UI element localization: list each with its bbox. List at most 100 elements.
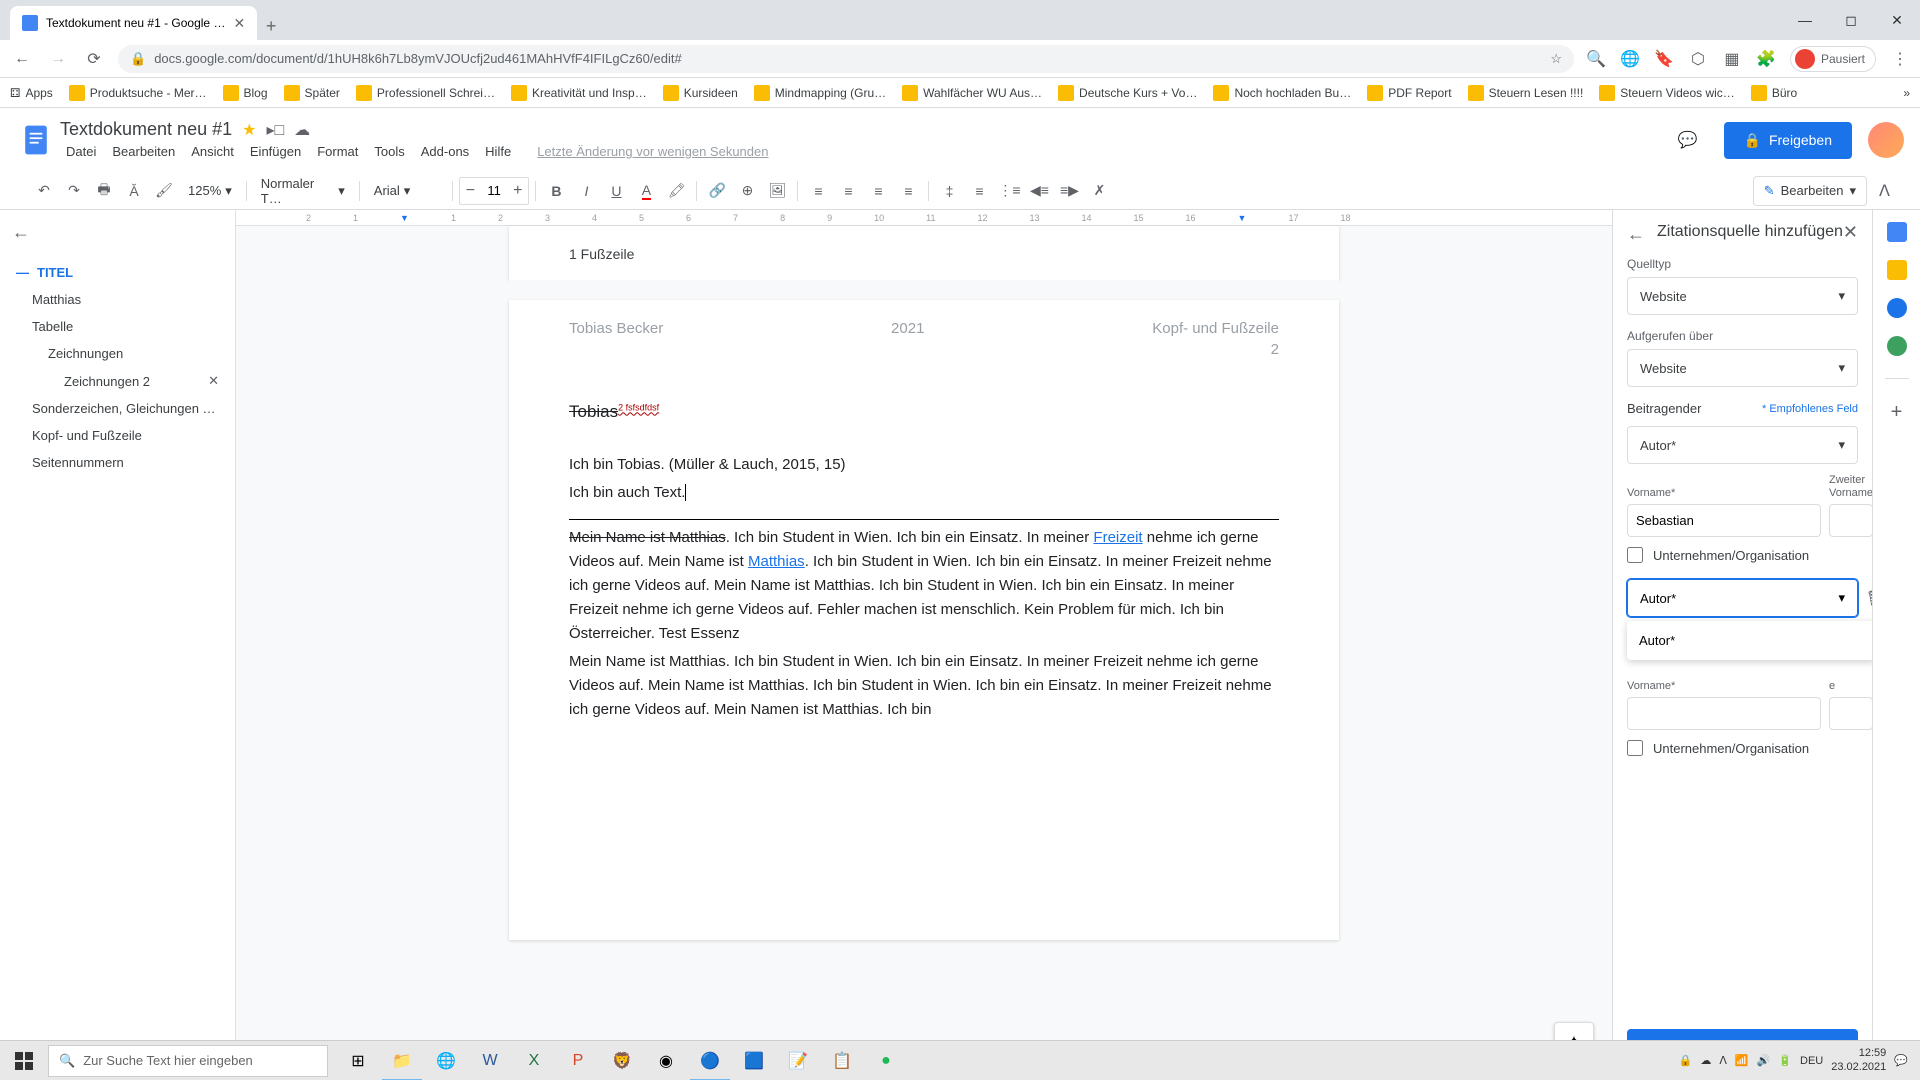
- bookmark-ext-icon[interactable]: 🔖: [1654, 49, 1674, 69]
- keep-icon[interactable]: [1887, 260, 1907, 280]
- outdent-icon[interactable]: ◀≡: [1025, 177, 1053, 205]
- excel-icon[interactable]: X: [512, 1041, 556, 1080]
- contacts-icon[interactable]: [1887, 336, 1907, 356]
- ruler[interactable]: 21▼12345678910111213141516▼1718: [236, 210, 1612, 226]
- back-icon[interactable]: ←: [10, 47, 34, 71]
- spotify-icon[interactable]: ●: [864, 1041, 908, 1080]
- firstname-input-2[interactable]: [1627, 697, 1821, 730]
- notepad-icon[interactable]: 📝: [776, 1041, 820, 1080]
- collapse-toolbar-icon[interactable]: ᐱ: [1879, 181, 1890, 201]
- bookmark-item[interactable]: Später: [284, 85, 340, 101]
- font-select[interactable]: Arial▾: [366, 179, 446, 203]
- menu-icon[interactable]: ⋮: [1890, 49, 1910, 69]
- bookmark-item[interactable]: Noch hochladen Bu…: [1213, 85, 1351, 101]
- align-right-icon[interactable]: ≡: [864, 177, 892, 205]
- role-select-1[interactable]: Autor* ▾: [1627, 426, 1858, 464]
- font-size-input[interactable]: [481, 183, 507, 198]
- outline-item[interactable]: Seitennummern: [12, 449, 223, 476]
- bookmark-item[interactable]: Blog: [223, 85, 268, 101]
- close-window-icon[interactable]: ✕: [1874, 0, 1920, 40]
- tasks-icon[interactable]: [1887, 298, 1907, 318]
- bulleted-list-icon[interactable]: ⋮≡: [995, 177, 1023, 205]
- print-icon[interactable]: 🖶: [90, 177, 118, 205]
- adblock-icon[interactable]: ⬡: [1688, 49, 1708, 69]
- docs-logo[interactable]: [16, 120, 56, 160]
- comment-history-icon[interactable]: 💬: [1668, 120, 1708, 160]
- star-url-icon[interactable]: ☆: [1550, 51, 1562, 67]
- url-field[interactable]: 🔒 docs.google.com/document/d/1hUH8k6h7Lb…: [118, 45, 1574, 73]
- outline-item[interactable]: Kopf- und Fußzeile: [12, 422, 223, 449]
- outline-back-icon[interactable]: ←: [12, 222, 223, 243]
- middlename-input-2[interactable]: [1829, 697, 1872, 730]
- align-justify-icon[interactable]: ≡: [894, 177, 922, 205]
- browser-tab-active[interactable]: Textdokument neu #1 - Google … ✕: [10, 6, 257, 40]
- paint-format-icon[interactable]: 🖌: [150, 177, 178, 205]
- org-checkbox-2[interactable]: [1627, 740, 1643, 756]
- chrome-icon[interactable]: 🔵: [688, 1041, 732, 1080]
- obs-icon[interactable]: ◉: [644, 1041, 688, 1080]
- doc-title[interactable]: Textdokument neu #1: [60, 119, 232, 140]
- bookmark-item[interactable]: Deutsche Kurs + Vo…: [1058, 85, 1197, 101]
- clear-format-icon[interactable]: ✗: [1085, 177, 1113, 205]
- menu-edit[interactable]: Bearbeiten: [106, 142, 181, 161]
- bookmark-item[interactable]: Professionell Schrei…: [356, 85, 495, 101]
- page-footer[interactable]: 1 Fußzeile: [509, 226, 1339, 280]
- page-header[interactable]: Tobias Becker 2021 Kopf- und Fußzeile: [509, 300, 1339, 341]
- zoom-select[interactable]: 125%▾: [180, 179, 240, 203]
- zoom-icon[interactable]: 🔍: [1586, 49, 1606, 69]
- highlight-icon[interactable]: 🖍: [662, 177, 690, 205]
- role-select-2[interactable]: Autor* ▾: [1627, 579, 1858, 617]
- forward-icon[interactable]: →: [46, 47, 70, 71]
- menu-format[interactable]: Format: [311, 142, 364, 161]
- spellcheck-icon[interactable]: Ǎ: [120, 177, 148, 205]
- ext-icon[interactable]: ▦: [1722, 49, 1742, 69]
- panel-back-icon[interactable]: ←: [1627, 224, 1645, 245]
- bookmark-item[interactable]: Produktsuche - Mer…: [69, 85, 207, 101]
- link-freizeit[interactable]: Freizeit: [1093, 529, 1142, 546]
- move-folder-icon[interactable]: ▸□: [266, 120, 284, 140]
- source-type-select[interactable]: Website ▾: [1627, 277, 1858, 315]
- outline-item[interactable]: Matthias: [12, 286, 223, 313]
- increase-font-button[interactable]: +: [507, 178, 528, 204]
- delete-author-icon[interactable]: 🗑: [1866, 589, 1872, 609]
- link-matthias[interactable]: Matthias: [748, 553, 805, 570]
- align-left-icon[interactable]: ≡: [804, 177, 832, 205]
- task-view-icon[interactable]: ⊞: [336, 1041, 380, 1080]
- bold-icon[interactable]: B: [542, 177, 570, 205]
- menu-file[interactable]: Datei: [60, 142, 102, 161]
- text-color-icon[interactable]: A: [632, 177, 660, 205]
- link-icon[interactable]: 🔗: [703, 177, 731, 205]
- onedrive-icon[interactable]: ☁: [1700, 1054, 1711, 1067]
- numbered-list-icon[interactable]: ≡: [965, 177, 993, 205]
- image-icon[interactable]: 🖼: [763, 177, 791, 205]
- outline-item[interactable]: Tabelle: [12, 313, 223, 340]
- cloud-status-icon[interactable]: ☁: [294, 120, 310, 140]
- menu-tools[interactable]: Tools: [368, 142, 410, 161]
- indent-icon[interactable]: ≡▶: [1055, 177, 1083, 205]
- edge-icon[interactable]: 🌐: [424, 1041, 468, 1080]
- menu-addons[interactable]: Add-ons: [415, 142, 475, 161]
- align-center-icon[interactable]: ≡: [834, 177, 862, 205]
- bookmark-item[interactable]: Wahlfächer WU Aus…: [902, 85, 1042, 101]
- org-checkbox-1[interactable]: [1627, 547, 1643, 563]
- firstname-input-1[interactable]: [1627, 504, 1821, 537]
- translate-icon[interactable]: 🌐: [1620, 49, 1640, 69]
- app-icon[interactable]: 📋: [820, 1041, 864, 1080]
- line-spacing-icon[interactable]: ‡: [935, 177, 963, 205]
- close-tab-icon[interactable]: ✕: [233, 15, 245, 32]
- brave-icon[interactable]: 🦁: [600, 1041, 644, 1080]
- battery-icon[interactable]: 🔋: [1778, 1054, 1792, 1067]
- underline-icon[interactable]: U: [602, 177, 630, 205]
- bookmark-item[interactable]: Kreativität und Insp…: [511, 85, 647, 101]
- language-indicator[interactable]: DEU: [1800, 1055, 1823, 1067]
- bookmark-item[interactable]: ⚃Apps: [10, 86, 53, 100]
- comment-icon[interactable]: ⊕: [733, 177, 761, 205]
- maximize-icon[interactable]: ◻: [1828, 0, 1874, 40]
- start-button[interactable]: [0, 1041, 48, 1080]
- explorer-icon[interactable]: 📁: [380, 1041, 424, 1080]
- edge-new-icon[interactable]: 🟦: [732, 1041, 776, 1080]
- bookmark-overflow[interactable]: »: [1903, 86, 1910, 100]
- star-icon[interactable]: ★: [242, 120, 256, 140]
- bookmark-item[interactable]: PDF Report: [1367, 85, 1451, 101]
- add-addon-icon[interactable]: +: [1891, 401, 1903, 424]
